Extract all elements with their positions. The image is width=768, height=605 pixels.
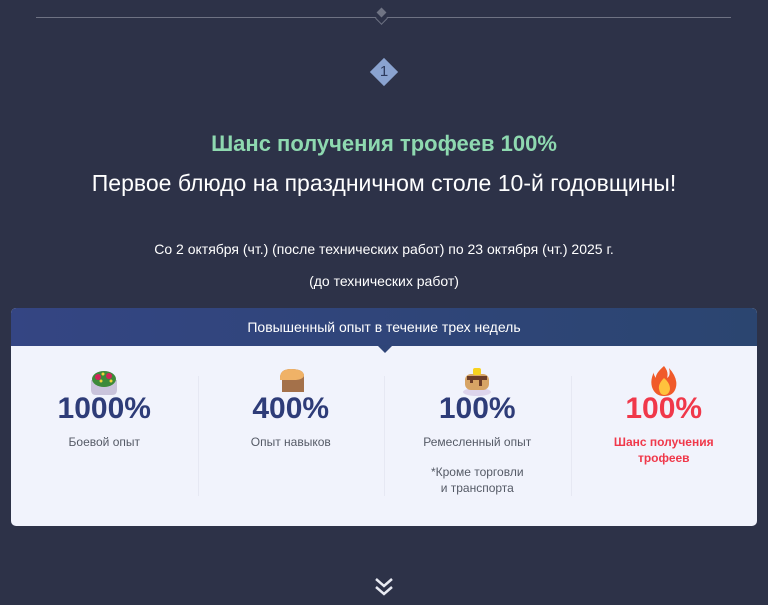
- bonus-label: Ремесленный опыт: [423, 435, 532, 449]
- step-number: 1: [379, 63, 389, 80]
- event-subtitle: Первое блюдо на праздничном столе 10-й г…: [91, 170, 677, 196]
- bonus-value: 100%: [625, 392, 703, 425]
- card-header: Повышенный опыт в течение трех недель: [11, 308, 757, 346]
- bonus-note-line: *Кроме торговли: [430, 465, 524, 479]
- bonus-item-craft: 100% Ремесленный опыт *Кроме торговли и …: [384, 346, 571, 526]
- bonus-label: Боевой опыт: [68, 435, 140, 449]
- chevron-double-down-icon[interactable]: [373, 576, 395, 598]
- bonus-note-line: и транспорта: [440, 481, 514, 495]
- step-badge: 1: [369, 57, 399, 87]
- bonus-item-combat: 1000% Боевой опыт: [11, 346, 198, 526]
- event-dates-note: (до технических работ): [309, 273, 459, 289]
- bonus-card: Повышенный опыт в течение трех недель 10…: [11, 308, 757, 526]
- event-dates: Со 2 октября (чт.) (после технических ра…: [154, 241, 614, 257]
- event-title: Шанс получения трофеев 100%: [211, 131, 557, 156]
- bonus-label-line: Шанс получения: [613, 435, 714, 449]
- bonus-label: Шанс получения трофеев: [571, 434, 758, 466]
- bonus-item-loot: 100% Шанс получения трофеев: [570, 346, 758, 526]
- bonus-item-skill: 400% Опыт навыков: [197, 346, 385, 526]
- bonus-value: 1000%: [57, 392, 151, 425]
- bonus-value: 400%: [252, 392, 330, 425]
- bonus-value: 100%: [438, 392, 516, 425]
- bonus-label: Опыт навыков: [250, 435, 331, 449]
- bonus-note: *Кроме торговли и транспорта: [384, 464, 571, 496]
- bonus-label-line: трофеев: [637, 451, 690, 465]
